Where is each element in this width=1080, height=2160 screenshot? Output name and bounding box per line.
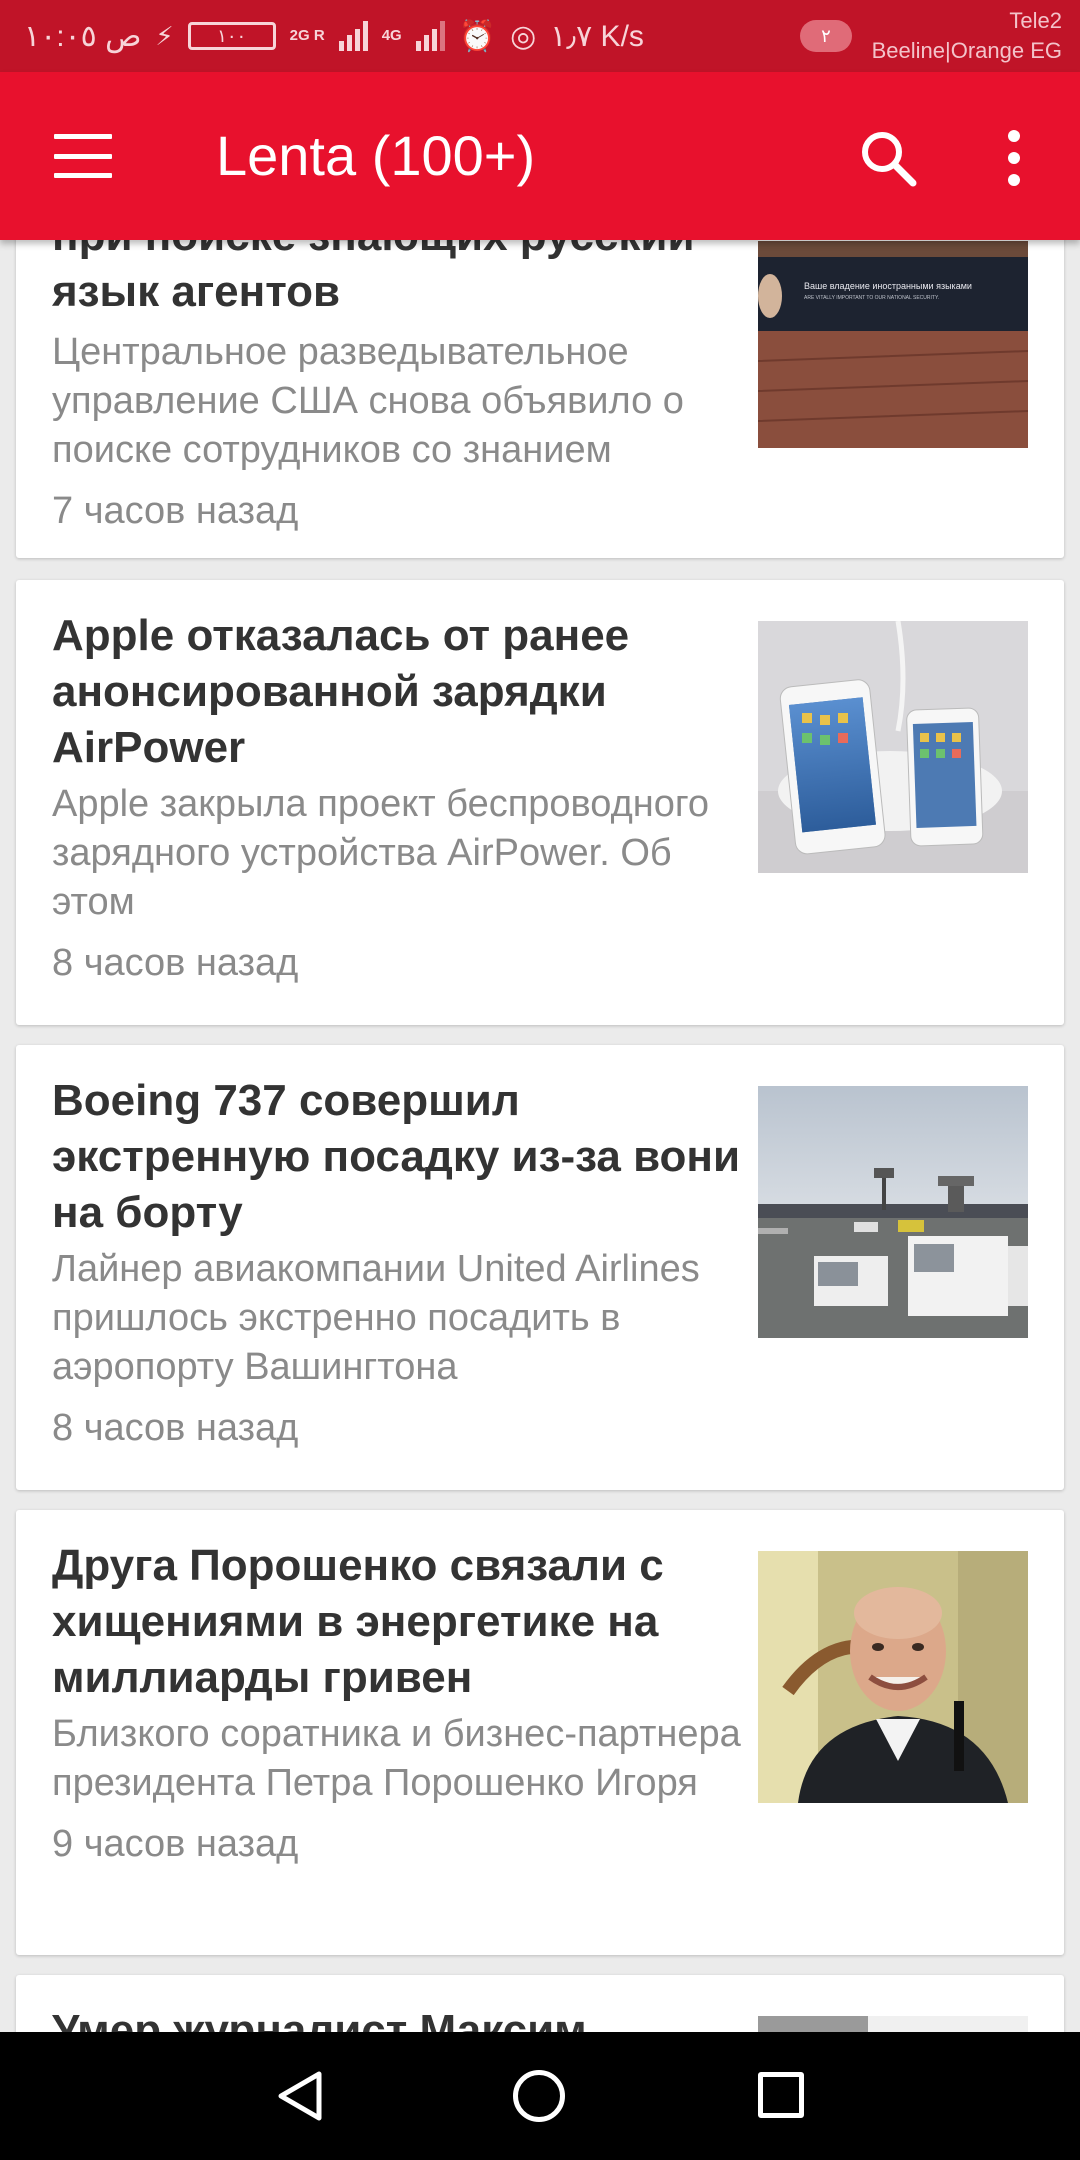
- article-card[interactable]: Друга Порошенко связали с хищениями в эн…: [16, 1510, 1064, 1955]
- carrier-2: Beeline|Orange EG: [871, 38, 1062, 63]
- iphones-airpower-photo: [758, 621, 1028, 873]
- article-headline: Boeing 737 совершил экстренную посадку и…: [52, 1076, 741, 1237]
- signal-icon-1: [338, 21, 368, 51]
- sim-badge: ٢: [800, 20, 852, 52]
- battery-icon: ١٠٠: [187, 22, 276, 50]
- carrier-info: Tele2 Beeline|Orange EG: [872, 6, 1062, 66]
- recents-square-icon[interactable]: [758, 2072, 804, 2118]
- article-snippet: Центральное разведывательное управление …: [52, 331, 684, 471]
- network-type-1: 2G R: [289, 27, 325, 44]
- more-vert-icon[interactable]: [1000, 130, 1028, 186]
- back-triangle-icon[interactable]: [275, 2070, 325, 2122]
- alarm-icon: ⏰: [458, 19, 497, 53]
- clock-text: ص ١٠:٠٥: [24, 19, 142, 53]
- man-portrait-photo: [758, 1551, 1028, 1803]
- article-headline: при поиске знающих русский язык агентов: [52, 240, 695, 316]
- photo-caption: Ваше владение иностранными языками: [804, 281, 972, 291]
- hotspot-icon: ◎: [510, 19, 537, 53]
- charging-icon: ⚡: [155, 20, 174, 51]
- speed-text: ١٫٧ K/s: [550, 19, 644, 53]
- article-time: 8 часов назад: [52, 942, 299, 984]
- page-title: Lenta (100+): [216, 124, 536, 187]
- status-icons: ص ١٠:٠٥ ⚡ ١٠٠ 2G R 4G ⏰ ◎ ١٫٧ K/s: [24, 14, 644, 58]
- hamburger-menu-icon[interactable]: [54, 134, 112, 178]
- network-type-2: 4G: [381, 27, 402, 44]
- system-nav-bar: [0, 2032, 1080, 2160]
- home-circle-icon[interactable]: [513, 2070, 565, 2122]
- news-feed[interactable]: при поиске знающих русский язык агентов …: [0, 240, 1080, 2032]
- article-card[interactable]: Умер журналист Максим: [16, 1975, 1064, 2032]
- status-bar: ص ١٠:٠٥ ⚡ ١٠٠ 2G R 4G ⏰ ◎ ١٫٧ K/s ٢ Tele…: [0, 0, 1080, 72]
- article-time: 7 часов назад: [52, 490, 299, 532]
- search-icon[interactable]: [858, 128, 918, 188]
- cia-advert-photo: Ваше владение иностранными языками ARE V…: [758, 241, 1028, 448]
- carrier-1: Tele2: [1009, 8, 1062, 33]
- article-headline: Друга Порошенко связали с хищениями в эн…: [52, 1541, 664, 1702]
- article-snippet: Лайнер авиакомпании United Airlines приш…: [52, 1248, 700, 1388]
- article-card[interactable]: Boeing 737 совершил экстренную посадку и…: [16, 1045, 1064, 1490]
- article-time: 8 часов назад: [52, 1407, 299, 1449]
- article-card[interactable]: Apple отказалась от ранее анонсированной…: [16, 580, 1064, 1025]
- partial-photo: [758, 2016, 1028, 2032]
- article-card[interactable]: при поиске знающих русский язык агентов …: [16, 240, 1064, 558]
- battery-level: ١٠٠: [217, 25, 247, 46]
- photo-caption-small: ARE VITALLY IMPORTANT TO OUR NATIONAL SE…: [804, 295, 939, 301]
- article-headline: Умер журналист Максим: [52, 2006, 587, 2032]
- airport-photo: [758, 1086, 1028, 1338]
- signal-icon-2: [415, 21, 445, 51]
- article-time: 9 часов назад: [52, 1823, 299, 1865]
- app-toolbar: Lenta (100+): [0, 72, 1080, 240]
- article-snippet: Apple закрыла проект беспроводного заряд…: [52, 783, 710, 923]
- article-headline: Apple отказалась от ранее анонсированной…: [52, 611, 630, 772]
- article-snippet: Близкого соратника и бизнес-партнера пре…: [52, 1713, 741, 1804]
